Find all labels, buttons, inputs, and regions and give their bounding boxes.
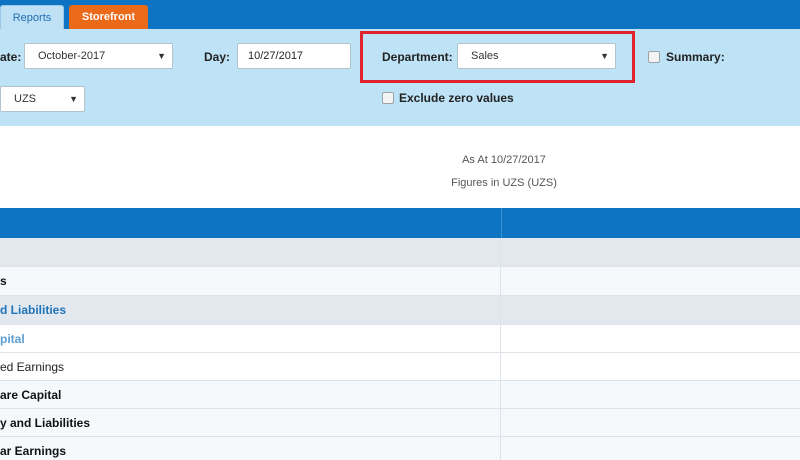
table-row: pital [0,325,800,353]
day-label: Day: [204,50,231,64]
department-select[interactable]: Sales ▼ [457,43,616,69]
chevron-down-icon: ▼ [600,51,609,61]
currency-select[interactable]: UZS ▼ [0,86,85,112]
table-row: are Capital [0,381,800,409]
row-label: d Liabilities [0,303,67,317]
currency-select-value: UZS [14,93,36,105]
row-label: are Capital [0,388,62,402]
exclude-zero-label: Exclude zero values [399,91,514,105]
filter-panel: ate: October-2017 ▼ Day: 10/27/2017 Depa… [0,29,800,126]
chevron-down-icon: ▼ [157,51,166,61]
department-select-value: Sales [471,50,499,62]
day-input[interactable]: 10/27/2017 [237,43,351,69]
month-select[interactable]: October-2017 ▼ [24,43,173,69]
tab-storefront[interactable]: Storefront [69,5,148,29]
chevron-down-icon: ▼ [69,94,78,104]
tab-reports[interactable]: Reports [0,5,64,29]
table-row [0,238,800,267]
table-row-section: d Liabilities [0,296,800,325]
top-nav-bar: Reports Storefront [0,0,800,29]
exclude-zero-checkbox[interactable] [382,92,394,104]
summary-label: Summary: [666,50,725,64]
report-as-at: As At 10/27/2017 [462,154,546,166]
row-label: ar Earnings [0,444,67,458]
table-row: ed Earnings [0,353,800,381]
date-label: ate: [0,50,22,64]
table-header-divider [501,208,502,238]
row-label: y and Liabilities [0,416,91,430]
table-row: s [0,267,800,296]
month-select-value: October-2017 [38,50,106,62]
table-header [0,208,800,238]
row-label: pital [0,332,25,346]
row-label: s [0,274,7,288]
row-label: ed Earnings [0,360,65,374]
department-label: Department: [382,50,453,64]
report-figures-in: Figures in UZS (UZS) [451,177,557,189]
table-row: ar Earnings [0,437,800,460]
table-row: y and Liabilities [0,409,800,437]
summary-checkbox[interactable] [648,51,660,63]
